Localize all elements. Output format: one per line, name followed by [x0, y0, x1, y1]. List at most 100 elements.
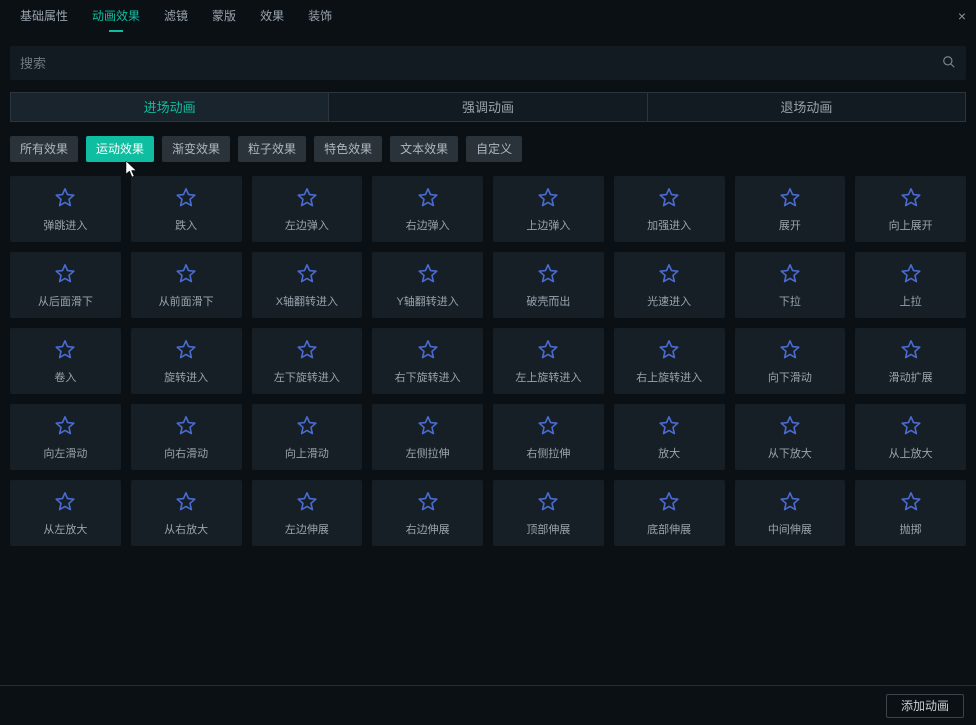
- effect-cell-39[interactable]: 抛掷: [855, 480, 966, 546]
- effect-cell-28[interactable]: 右侧拉伸: [493, 404, 604, 470]
- effect-cell-2[interactable]: 左边弹入: [252, 176, 363, 242]
- filter-tabs: 所有效果运动效果渐变效果粒子效果特色效果文本效果自定义: [10, 136, 966, 162]
- effect-label: 从上放大: [889, 445, 933, 461]
- effect-cell-21[interactable]: 右上旋转进入: [614, 328, 725, 394]
- effect-cell-15[interactable]: 上拉: [855, 252, 966, 318]
- effect-label: 底部伸展: [647, 521, 691, 537]
- add-animation-button[interactable]: 添加动画: [886, 694, 964, 718]
- star-icon: [655, 413, 683, 439]
- effect-cell-34[interactable]: 左边伸展: [252, 480, 363, 546]
- effect-cell-29[interactable]: 放大: [614, 404, 725, 470]
- search-bar: [10, 46, 966, 80]
- category-tab-0[interactable]: 进场动画: [10, 92, 329, 122]
- effect-cell-38[interactable]: 中间伸展: [735, 480, 846, 546]
- effect-cell-9[interactable]: 从前面滑下: [131, 252, 242, 318]
- top-tab-5[interactable]: 装饰: [296, 0, 344, 32]
- effect-cell-23[interactable]: 滑动扩展: [855, 328, 966, 394]
- filter-tab-0[interactable]: 所有效果: [10, 136, 78, 162]
- effect-label: 右边弹入: [406, 217, 450, 233]
- star-icon: [534, 337, 562, 363]
- star-icon: [655, 185, 683, 211]
- effect-cell-31[interactable]: 从上放大: [855, 404, 966, 470]
- effect-cell-27[interactable]: 左侧拉伸: [372, 404, 483, 470]
- effect-label: 展开: [779, 217, 801, 233]
- effect-label: 光速进入: [647, 293, 691, 309]
- effect-cell-30[interactable]: 从下放大: [735, 404, 846, 470]
- effect-cell-10[interactable]: X轴翻转进入: [252, 252, 363, 318]
- effect-cell-37[interactable]: 底部伸展: [614, 480, 725, 546]
- effect-cell-5[interactable]: 加强进入: [614, 176, 725, 242]
- effect-label: 从前面滑下: [159, 293, 214, 309]
- effect-cell-3[interactable]: 右边弹入: [372, 176, 483, 242]
- category-tab-2[interactable]: 退场动画: [648, 92, 966, 122]
- star-icon: [534, 185, 562, 211]
- effect-cell-16[interactable]: 卷入: [10, 328, 121, 394]
- effect-label: 从后面滑下: [38, 293, 93, 309]
- effect-label: 从下放大: [768, 445, 812, 461]
- top-tab-1[interactable]: 动画效果: [80, 0, 152, 32]
- star-icon: [897, 337, 925, 363]
- star-icon: [414, 489, 442, 515]
- star-icon: [897, 185, 925, 211]
- star-icon: [776, 413, 804, 439]
- search-icon[interactable]: [942, 55, 956, 72]
- top-tab-2[interactable]: 滤镜: [152, 0, 200, 32]
- star-icon: [172, 489, 200, 515]
- effect-cell-8[interactable]: 从后面滑下: [10, 252, 121, 318]
- effect-cell-12[interactable]: 破壳而出: [493, 252, 604, 318]
- effect-cell-19[interactable]: 右下旋转进入: [372, 328, 483, 394]
- filter-tab-5[interactable]: 文本效果: [390, 136, 458, 162]
- top-tab-4[interactable]: 效果: [248, 0, 296, 32]
- effect-label: 左上旋转进入: [515, 369, 581, 385]
- top-tab-3[interactable]: 蒙版: [200, 0, 248, 32]
- effect-cell-17[interactable]: 旋转进入: [131, 328, 242, 394]
- star-icon: [51, 261, 79, 287]
- effect-cell-25[interactable]: 向右滑动: [131, 404, 242, 470]
- effect-label: 跌入: [175, 217, 197, 233]
- filter-tab-4[interactable]: 特色效果: [314, 136, 382, 162]
- effect-label: 滑动扩展: [889, 369, 933, 385]
- effect-cell-32[interactable]: 从左放大: [10, 480, 121, 546]
- filter-tab-6[interactable]: 自定义: [466, 136, 522, 162]
- effect-label: 上边弹入: [526, 217, 570, 233]
- filter-tab-2[interactable]: 渐变效果: [162, 136, 230, 162]
- effect-cell-7[interactable]: 向上展开: [855, 176, 966, 242]
- star-icon: [414, 185, 442, 211]
- effect-cell-18[interactable]: 左下旋转进入: [252, 328, 363, 394]
- close-icon[interactable]: ×: [958, 8, 966, 24]
- filter-tab-1[interactable]: 运动效果: [86, 136, 154, 162]
- effect-label: 加强进入: [647, 217, 691, 233]
- star-icon: [776, 185, 804, 211]
- top-tab-bar: 基础属性动画效果滤镜蒙版效果装饰 ×: [0, 0, 976, 32]
- effect-cell-36[interactable]: 顶部伸展: [493, 480, 604, 546]
- effect-cell-11[interactable]: Y轴翻转进入: [372, 252, 483, 318]
- effect-cell-22[interactable]: 向下滑动: [735, 328, 846, 394]
- effect-cell-4[interactable]: 上边弹入: [493, 176, 604, 242]
- star-icon: [897, 489, 925, 515]
- effect-cell-33[interactable]: 从右放大: [131, 480, 242, 546]
- effect-cell-0[interactable]: 弹跳进入: [10, 176, 121, 242]
- effect-cell-6[interactable]: 展开: [735, 176, 846, 242]
- effect-cell-35[interactable]: 右边伸展: [372, 480, 483, 546]
- effect-cell-26[interactable]: 向上滑动: [252, 404, 363, 470]
- effect-cell-20[interactable]: 左上旋转进入: [493, 328, 604, 394]
- effect-cell-14[interactable]: 下拉: [735, 252, 846, 318]
- star-icon: [414, 261, 442, 287]
- search-box[interactable]: [10, 46, 966, 80]
- search-input[interactable]: [20, 56, 942, 71]
- effect-cell-1[interactable]: 跌入: [131, 176, 242, 242]
- top-tab-0[interactable]: 基础属性: [8, 0, 80, 32]
- effect-label: 向下滑动: [768, 369, 812, 385]
- effect-label: 放大: [658, 445, 680, 461]
- category-tab-1[interactable]: 强调动画: [329, 92, 647, 122]
- star-icon: [293, 185, 321, 211]
- effect-label: 弹跳进入: [43, 217, 87, 233]
- filter-tab-3[interactable]: 粒子效果: [238, 136, 306, 162]
- effect-cell-13[interactable]: 光速进入: [614, 252, 725, 318]
- effect-cell-24[interactable]: 向左滑动: [10, 404, 121, 470]
- effect-label: 右上旋转进入: [636, 369, 702, 385]
- effect-label: 左边弹入: [285, 217, 329, 233]
- effect-label: 向上展开: [889, 217, 933, 233]
- star-icon: [172, 337, 200, 363]
- star-icon: [51, 413, 79, 439]
